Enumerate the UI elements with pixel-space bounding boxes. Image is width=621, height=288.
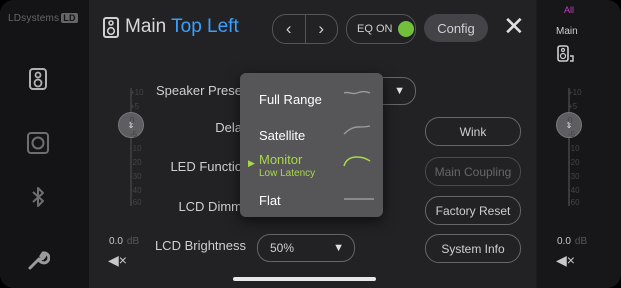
menu-item-full-range[interactable]: Full Range bbox=[240, 84, 383, 114]
channel-nav: ‹ › bbox=[272, 14, 338, 44]
factory-reset-button[interactable]: Factory Reset bbox=[425, 196, 521, 225]
brand-name: LDsystems bbox=[8, 13, 60, 24]
fader-value-number: 0.0 bbox=[557, 236, 571, 247]
menu-item-monitor[interactable]: ▶ Monitor Low Latency bbox=[240, 152, 383, 186]
tick: +5 bbox=[130, 102, 140, 111]
fader-unit: dB bbox=[574, 236, 588, 247]
mute-icon[interactable]: ◀× bbox=[108, 252, 127, 269]
speaker-icon[interactable] bbox=[23, 64, 53, 94]
brand-badge: LD bbox=[61, 13, 78, 23]
brand-logo: LDsystems LD bbox=[8, 13, 78, 24]
speaker-header-icon bbox=[103, 17, 119, 43]
tick: +10 bbox=[130, 88, 144, 97]
tick: -10 bbox=[130, 144, 142, 153]
bluetooth-icon[interactable] bbox=[23, 182, 53, 212]
eq-on-indicator bbox=[398, 21, 415, 37]
chevron-down-icon: ▼ bbox=[333, 242, 344, 254]
tick: -60 bbox=[130, 198, 142, 207]
eq-toggle[interactable]: EQ ON bbox=[346, 14, 416, 44]
wrench-icon[interactable] bbox=[23, 245, 53, 275]
tick: -10 bbox=[568, 144, 580, 153]
right-fader-value: 0.0 dB bbox=[557, 236, 587, 247]
menu-item-label: Flat bbox=[259, 192, 281, 208]
tick: -60 bbox=[568, 198, 580, 207]
home-indicator[interactable] bbox=[233, 277, 376, 281]
left-fader-value: 0.0 dB bbox=[109, 236, 139, 247]
system-info-button[interactable]: System Info bbox=[425, 234, 521, 263]
app-window: LDsystems LD Main Top Left ‹ › EQ ON Conf… bbox=[0, 0, 621, 288]
menu-item-sublabel: Low Latency bbox=[259, 168, 316, 179]
monitor-curve-icon bbox=[343, 156, 371, 167]
fader-value-number: 0.0 bbox=[109, 236, 123, 247]
config-button[interactable]: Config bbox=[424, 14, 488, 42]
menu-item-flat[interactable]: Flat bbox=[240, 190, 383, 210]
close-icon[interactable]: ✕ bbox=[503, 11, 525, 42]
tick: -5 bbox=[130, 130, 138, 139]
wink-button[interactable]: Wink bbox=[425, 117, 521, 146]
menu-item-label: Monitor bbox=[259, 152, 303, 167]
tick: -40 bbox=[568, 186, 580, 195]
tick: +5 bbox=[568, 102, 578, 111]
speaker-preset-menu: Full Range Satellite ▶ Monitor Low Laten… bbox=[240, 73, 383, 217]
chevron-left-icon[interactable]: ‹ bbox=[273, 15, 305, 43]
lcd-brightness-value: 50% bbox=[270, 241, 295, 255]
lcd-brightness-label: LCD Brightness bbox=[154, 238, 246, 253]
subwoofer-icon[interactable] bbox=[23, 128, 53, 158]
led-function-label: LED Functio bbox=[170, 159, 242, 174]
menu-item-satellite[interactable]: Satellite bbox=[240, 120, 383, 150]
chevron-right-icon[interactable]: › bbox=[304, 15, 338, 43]
channel-label: Main bbox=[556, 26, 578, 37]
tick: -30 bbox=[568, 172, 580, 181]
chevron-down-icon: ▼ bbox=[394, 85, 405, 97]
title-accent: Top Left bbox=[171, 16, 239, 37]
left-rail: LDsystems LD bbox=[0, 0, 89, 288]
title-main: Main bbox=[125, 16, 167, 37]
mute-icon[interactable]: ◀× bbox=[556, 252, 575, 269]
group-label: All bbox=[564, 5, 575, 15]
speaker-link-icon[interactable] bbox=[557, 45, 575, 68]
tick: +10 bbox=[568, 88, 582, 97]
lcd-dimmer-label: LCD Dimm bbox=[178, 199, 242, 214]
delay-label: Dela bbox=[215, 120, 242, 135]
flat-curve-icon bbox=[344, 198, 374, 200]
fader-unit: dB bbox=[126, 236, 140, 247]
tick: 0 bbox=[568, 116, 573, 125]
page-title: Main Top Left bbox=[125, 16, 239, 38]
tick: -40 bbox=[130, 186, 142, 195]
eq-label: EQ ON bbox=[357, 23, 393, 35]
tick: -20 bbox=[568, 158, 580, 167]
selected-check-icon: ▶ bbox=[248, 158, 255, 168]
tick: -20 bbox=[130, 158, 142, 167]
satellite-curve-icon bbox=[343, 125, 371, 135]
tick: -5 bbox=[568, 130, 576, 139]
tick: 0 bbox=[130, 116, 135, 125]
main-coupling-button[interactable]: Main Coupling bbox=[425, 157, 521, 186]
full-range-curve-icon bbox=[343, 90, 371, 95]
menu-item-label: Satellite bbox=[259, 127, 306, 143]
speaker-preset-label: Speaker Prese bbox=[156, 83, 242, 98]
tick: -30 bbox=[130, 172, 142, 181]
menu-item-label: Full Range bbox=[259, 91, 322, 107]
lcd-brightness-dropdown[interactable]: 50% ▼ bbox=[257, 234, 355, 262]
